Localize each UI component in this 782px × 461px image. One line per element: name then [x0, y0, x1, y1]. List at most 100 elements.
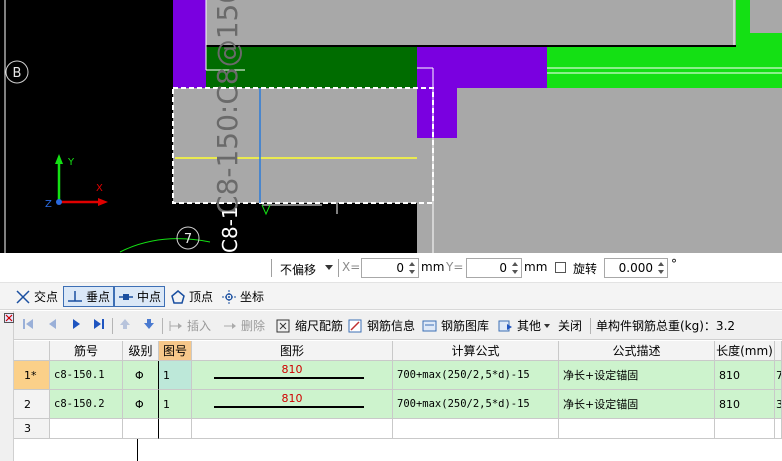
spin-down-icon[interactable]	[512, 270, 518, 274]
rotate-label: 旋转	[573, 262, 598, 276]
panel-left-strip	[0, 311, 14, 461]
cell-name[interactable]: c8-150.1	[50, 361, 123, 390]
last-record-icon[interactable]	[92, 317, 106, 331]
cell-length[interactable]	[715, 419, 775, 439]
cell-description[interactable]: 净长+设定锚固	[559, 390, 715, 419]
rebar-library-icon	[422, 320, 437, 331]
cell-length[interactable]: 810	[715, 390, 775, 419]
cell-shape[interactable]: 810	[192, 361, 393, 390]
move-up-icon[interactable]	[118, 317, 132, 331]
move-down-icon[interactable]	[142, 317, 156, 331]
axis-label-7: 7	[184, 232, 192, 247]
vertex-icon	[171, 289, 185, 304]
offset-mode-value: 不偏移	[280, 263, 317, 277]
cell-figure[interactable]: 1	[159, 390, 192, 419]
cell-shape[interactable]: 810	[192, 390, 393, 419]
cell-name[interactable]: c8-150.2	[50, 390, 123, 419]
insert-button[interactable]: 插入	[168, 317, 211, 334]
cell-description[interactable]	[559, 419, 715, 439]
snap-vertex-button[interactable]: 顶点	[166, 286, 217, 307]
cell-grade[interactable]: Φ	[123, 361, 159, 390]
snap-midpoint-button[interactable]: 中点	[114, 286, 166, 307]
shape-length-label: 810	[281, 363, 303, 376]
cell-shape[interactable]	[192, 419, 393, 439]
rebar-info-icon	[348, 319, 362, 332]
prev-record-icon[interactable]	[46, 317, 58, 331]
chevron-down-icon	[325, 265, 333, 270]
col-header-description[interactable]: 公式描述	[559, 341, 715, 361]
spin-up-icon[interactable]	[409, 262, 415, 266]
table-header: 筋号 级别 图号 图形 计算公式 公式描述 长度(mm)	[14, 341, 782, 361]
table-row[interactable]: 1* c8-150.1 Φ 1 810 700+max(250/2,5*d)-1…	[14, 361, 782, 390]
rotate-checkbox[interactable]	[555, 262, 566, 273]
table-row[interactable]: 3	[14, 419, 782, 439]
offset-mode-combo[interactable]: 不偏移	[276, 258, 336, 278]
cell-description[interactable]: 净长+设定锚固	[559, 361, 715, 390]
col-header-figure[interactable]: 图号	[159, 341, 192, 361]
axis-y-label: Y	[67, 157, 75, 168]
cad-viewport[interactable]: B 7 C8-150:C8@150 C8-1 Y X Z	[0, 0, 782, 253]
x-label: X=	[342, 260, 361, 274]
cell-extra[interactable]	[775, 419, 782, 439]
rebar-table: 筋号 级别 图号 图形 计算公式 公式描述 长度(mm) 1* c8-150.1…	[14, 341, 782, 461]
table-row[interactable]: 2 c8-150.2 Φ 1 810 700+max(250/2,5*d)-15…	[14, 390, 782, 419]
col-header-name[interactable]: 筋号	[50, 341, 123, 361]
cell-formula[interactable]: 700+max(250/2,5*d)-15	[393, 361, 559, 390]
delete-button[interactable]: 删除	[222, 317, 265, 334]
coordinate-icon	[222, 289, 236, 304]
col-header-shape[interactable]: 图形	[192, 341, 393, 361]
row-number[interactable]: 3	[14, 419, 50, 439]
axis-x-label: X	[96, 183, 103, 194]
cell-figure[interactable]: 1	[159, 361, 192, 390]
drawing-canvas[interactable]: B 7 C8-150:C8@150 C8-1 Y X Z	[0, 0, 782, 253]
close-panel-icon[interactable]	[4, 313, 14, 323]
other-menu-icon	[498, 320, 512, 331]
intersection-icon	[16, 289, 30, 304]
spin-down-icon[interactable]	[658, 270, 664, 274]
snap-toolbar: 交点 垂点 中点 顶点 坐标	[0, 283, 782, 310]
col-header-formula[interactable]: 计算公式	[393, 341, 559, 361]
cell-formula[interactable]: 700+max(250/2,5*d)-15	[393, 390, 559, 419]
first-record-icon[interactable]	[22, 317, 34, 331]
snap-coordinate-button[interactable]: 坐标	[217, 286, 268, 307]
rebar-library-button[interactable]: 钢筋图库	[422, 317, 489, 334]
other-menu-button[interactable]: 其他	[498, 317, 554, 334]
cell-grade[interactable]: Φ	[123, 390, 159, 419]
close-button[interactable]: 关闭	[558, 317, 582, 334]
shape-line	[214, 377, 364, 379]
insert-icon	[169, 320, 182, 331]
spin-up-icon[interactable]	[512, 262, 518, 266]
rebar-info-button[interactable]: 钢筋信息	[348, 317, 415, 334]
axis-z-label: Z	[45, 199, 52, 210]
x-offset-input[interactable]: 0	[361, 258, 419, 278]
cell-extra[interactable]: 7	[775, 361, 782, 390]
midpoint-icon	[119, 293, 133, 300]
spin-down-icon[interactable]	[409, 270, 415, 274]
cell-figure[interactable]	[159, 419, 192, 439]
cell-formula[interactable]	[393, 419, 559, 439]
snap-perpendicular-button[interactable]: 垂点	[63, 286, 115, 307]
cell-extra[interactable]: 3	[775, 390, 782, 419]
rotate-input[interactable]: 0.000	[604, 258, 668, 278]
col-header-length[interactable]: 长度(mm)	[715, 341, 775, 361]
scale-rebar-button[interactable]: 缩尺配筋	[276, 317, 343, 334]
axis-label-b: B	[13, 66, 22, 81]
cell-grade[interactable]	[123, 419, 159, 439]
slab-right	[417, 88, 782, 253]
y-offset-input[interactable]: 0	[466, 258, 522, 278]
y-unit: mm	[524, 260, 548, 274]
next-record-icon[interactable]	[70, 317, 82, 331]
x-unit: mm	[421, 260, 445, 274]
row-number[interactable]: 1*	[14, 361, 50, 390]
col-header-grade[interactable]: 级别	[123, 341, 159, 361]
snap-intersection-button[interactable]: 交点	[11, 286, 62, 307]
cell-length[interactable]: 810	[715, 361, 775, 390]
y-label: Y=	[446, 260, 464, 274]
row-number[interactable]: 2	[14, 390, 50, 419]
shape-line	[214, 406, 364, 408]
chevron-down-icon	[544, 323, 551, 328]
cell-name[interactable]	[50, 419, 123, 439]
spin-up-icon[interactable]	[658, 262, 664, 266]
scale-rebar-icon	[276, 319, 290, 332]
slab-left	[173, 88, 417, 203]
